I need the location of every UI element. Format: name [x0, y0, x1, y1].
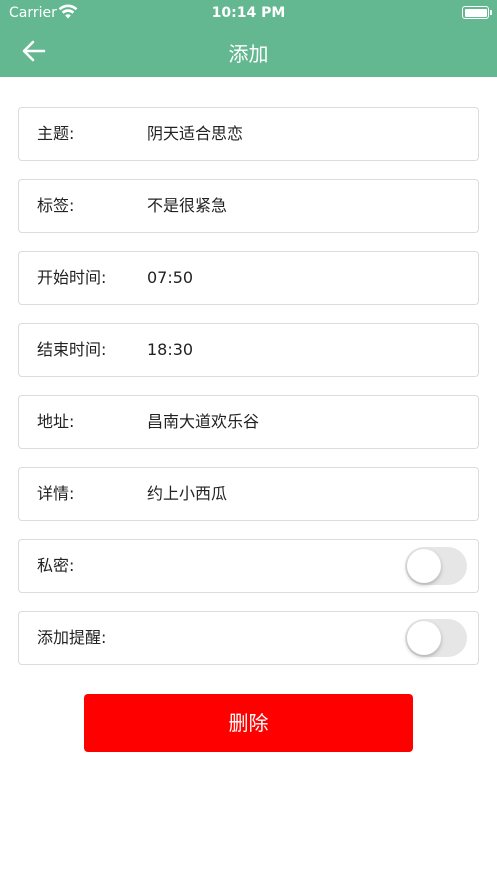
status-time: 10:14 PM — [211, 5, 286, 21]
battery-icon — [462, 6, 492, 19]
page-title: 添加 — [228, 42, 269, 66]
subject-label: 主题: — [37, 124, 75, 143]
tag-value[interactable]: 不是很紧急 — [147, 180, 227, 232]
end-time-row[interactable]: 结束时间: 18:30 — [18, 323, 479, 377]
toggle-knob — [407, 621, 441, 655]
reminder-toggle[interactable] — [405, 619, 467, 657]
details-row[interactable]: 详情: 约上小西瓜 — [18, 467, 479, 521]
reminder-label: 添加提醒: — [37, 628, 107, 647]
address-row[interactable]: 地址: 昌南大道欢乐谷 — [18, 395, 479, 449]
address-value[interactable]: 昌南大道欢乐谷 — [147, 396, 259, 448]
start-time-value[interactable]: 07:50 — [147, 252, 193, 304]
toggle-knob — [407, 549, 441, 583]
tag-label: 标签: — [37, 196, 75, 215]
private-label: 私密: — [37, 556, 75, 575]
start-time-label: 开始时间: — [37, 268, 107, 287]
tag-row[interactable]: 标签: 不是很紧急 — [18, 179, 479, 233]
details-value[interactable]: 约上小西瓜 — [147, 468, 227, 520]
reminder-row: 添加提醒: — [18, 611, 479, 665]
subject-value[interactable]: 阴天适合思恋 — [147, 108, 243, 160]
end-time-label: 结束时间: — [37, 340, 107, 359]
delete-button[interactable]: 删除 — [84, 694, 413, 752]
private-row: 私密: — [18, 539, 479, 593]
end-time-value[interactable]: 18:30 — [147, 324, 193, 376]
details-label: 详情: — [37, 484, 75, 503]
start-time-row[interactable]: 开始时间: 07:50 — [18, 251, 479, 305]
private-toggle[interactable] — [405, 547, 467, 585]
status-bar: Carrier 10:14 PM — [0, 0, 497, 26]
subject-row[interactable]: 主题: 阴天适合思恋 — [18, 107, 479, 161]
address-label: 地址: — [37, 412, 75, 431]
header-bar: Carrier 10:14 PM 添加 — [0, 0, 497, 77]
